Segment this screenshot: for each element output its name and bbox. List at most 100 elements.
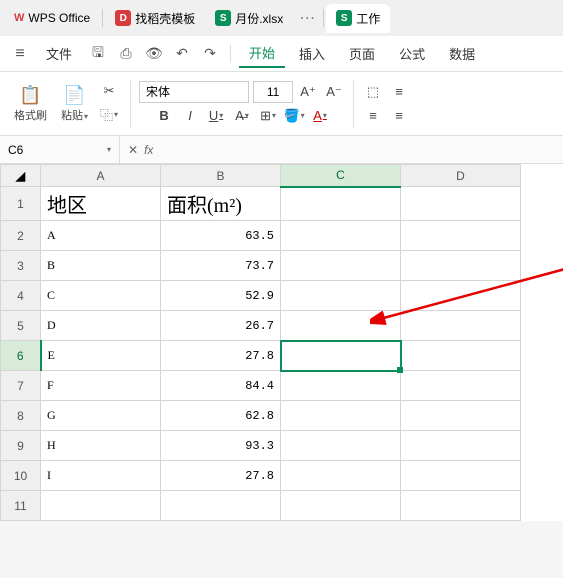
row-header[interactable]: 6	[1, 341, 41, 371]
cell-C1[interactable]	[281, 187, 401, 221]
cell[interactable]	[401, 221, 521, 251]
menu-insert[interactable]: 插入	[289, 40, 335, 67]
cell[interactable]: 84.4	[161, 371, 281, 401]
cell[interactable]	[401, 491, 521, 521]
cell[interactable]: E	[41, 341, 161, 371]
cell[interactable]	[281, 401, 401, 431]
menu-data[interactable]: 数据	[439, 40, 485, 67]
save-icon[interactable]: 🖫	[86, 42, 110, 66]
app-tab[interactable]: W WPS Office	[4, 5, 100, 31]
underline-button[interactable]: U▾	[205, 105, 227, 127]
tab-work[interactable]: S 工作	[326, 4, 390, 33]
cell-D1[interactable]	[401, 187, 521, 221]
cell[interactable]	[401, 461, 521, 491]
menu-formula[interactable]: 公式	[389, 40, 435, 67]
cell[interactable]: F	[41, 371, 161, 401]
name-box[interactable]: C6 ▾	[0, 136, 120, 163]
cell[interactable]: 62.8	[161, 401, 281, 431]
cell[interactable]: I	[41, 461, 161, 491]
hamburger-icon[interactable]: ≡	[8, 42, 32, 66]
cell[interactable]: 52.9	[161, 281, 281, 311]
font-size-select[interactable]	[253, 81, 293, 103]
cell[interactable]	[401, 341, 521, 371]
cell[interactable]	[281, 371, 401, 401]
paste-button[interactable]: 📄 粘贴▾	[55, 83, 94, 125]
strikethrough-button[interactable]: A̶▾	[231, 105, 253, 127]
undo-icon[interactable]: ↶	[170, 42, 194, 66]
row-header[interactable]: 11	[1, 491, 41, 521]
cell[interactable]	[161, 491, 281, 521]
menu-start[interactable]: 开始	[239, 39, 285, 68]
cell[interactable]: 73.7	[161, 251, 281, 281]
align-left-icon[interactable]: ≡	[362, 105, 384, 127]
cell[interactable]	[281, 311, 401, 341]
row-header[interactable]: 9	[1, 431, 41, 461]
cell[interactable]	[401, 311, 521, 341]
row-header[interactable]: 5	[1, 311, 41, 341]
cell[interactable]: G	[41, 401, 161, 431]
row-header[interactable]: 7	[1, 371, 41, 401]
cell[interactable]	[281, 491, 401, 521]
cell-A1[interactable]: 地区	[41, 187, 161, 221]
select-all-corner[interactable]: ◢	[1, 165, 41, 187]
copy-icon[interactable]: ⿻▾	[96, 103, 122, 126]
cell[interactable]: B	[41, 251, 161, 281]
cell[interactable]: C	[41, 281, 161, 311]
cell[interactable]: 26.7	[161, 311, 281, 341]
cell[interactable]	[281, 431, 401, 461]
cell[interactable]: D	[41, 311, 161, 341]
table-row: 3B73.7	[1, 251, 521, 281]
tab-templates[interactable]: D 找稻壳模板	[105, 4, 205, 33]
cell[interactable]	[281, 221, 401, 251]
row-header[interactable]: 10	[1, 461, 41, 491]
tab-options-icon[interactable]: ⋯	[293, 8, 321, 28]
col-header-D[interactable]: D	[401, 165, 521, 187]
format-painter-button[interactable]: 📋 格式刷	[8, 83, 53, 125]
cell[interactable]: 27.8	[161, 341, 281, 371]
preview-icon[interactable]: 👁	[142, 42, 166, 66]
col-header-A[interactable]: A	[41, 165, 161, 187]
menu-page[interactable]: 页面	[339, 40, 385, 67]
col-header-C[interactable]: C	[281, 165, 401, 187]
cell[interactable]	[401, 281, 521, 311]
menu-file[interactable]: 文件	[36, 40, 82, 67]
align-top-icon[interactable]: ⬚	[362, 81, 384, 103]
italic-button[interactable]: I	[179, 105, 201, 127]
cell-B1[interactable]: 面积(m²)	[161, 187, 281, 221]
fill-color-button[interactable]: 🪣▾	[283, 105, 305, 127]
col-header-B[interactable]: B	[161, 165, 281, 187]
font-name-select[interactable]	[139, 81, 249, 103]
font-shrink-button[interactable]: A⁻	[323, 81, 345, 103]
align-middle-icon[interactable]: ≡	[388, 81, 410, 103]
cell[interactable]: 93.3	[161, 431, 281, 461]
cell[interactable]: H	[41, 431, 161, 461]
row-header[interactable]: 8	[1, 401, 41, 431]
cancel-icon[interactable]: ✕	[128, 143, 138, 157]
cell[interactable]: A	[41, 221, 161, 251]
cell[interactable]	[281, 281, 401, 311]
bold-button[interactable]: B	[153, 105, 175, 127]
cell[interactable]: 27.8	[161, 461, 281, 491]
row-header[interactable]: 3	[1, 251, 41, 281]
cell[interactable]	[401, 401, 521, 431]
align-center-icon[interactable]: ≡	[388, 105, 410, 127]
borders-button[interactable]: ⊞▾	[257, 105, 279, 127]
cell[interactable]	[41, 491, 161, 521]
cell[interactable]: 63.5	[161, 221, 281, 251]
tab-month-xlsx[interactable]: S 月份.xlsx	[205, 4, 293, 33]
cell[interactable]	[401, 371, 521, 401]
row-header[interactable]: 4	[1, 281, 41, 311]
cut-icon[interactable]: ✂	[100, 81, 119, 101]
cell[interactable]	[281, 251, 401, 281]
cell[interactable]	[401, 431, 521, 461]
cell[interactable]	[281, 461, 401, 491]
font-grow-button[interactable]: A⁺	[297, 81, 319, 103]
font-color-button[interactable]: A▾	[309, 105, 331, 127]
row-header[interactable]: 1	[1, 187, 41, 221]
redo-icon[interactable]: ↷	[198, 42, 222, 66]
row-header[interactable]: 2	[1, 221, 41, 251]
cell-C6-selected[interactable]	[281, 341, 401, 371]
cell[interactable]	[401, 251, 521, 281]
fx-label[interactable]: fx	[144, 143, 153, 157]
print-icon[interactable]: ⎙	[114, 42, 138, 66]
